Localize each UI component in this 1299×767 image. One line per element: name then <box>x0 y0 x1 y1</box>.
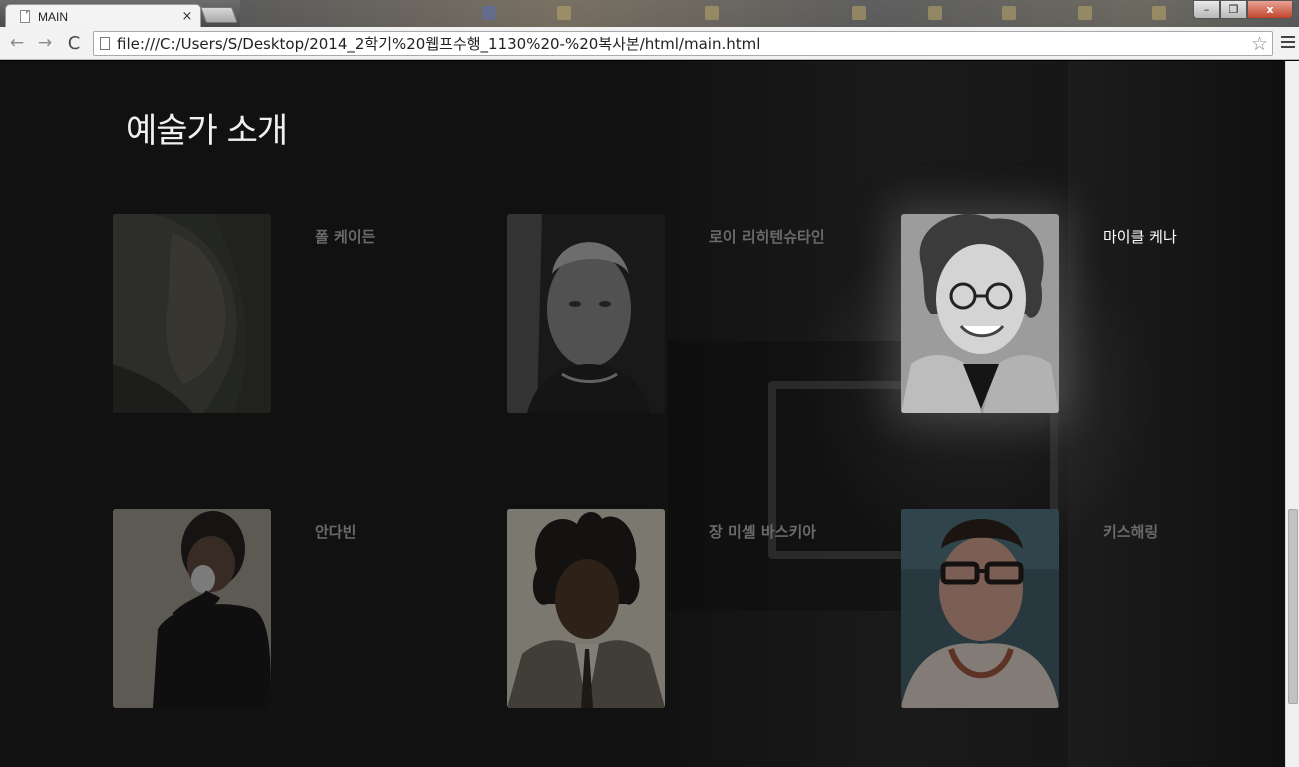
address-url[interactable]: file:///C:/Users/S/Desktop/2014_2학기%20웹프… <box>117 33 760 54</box>
taskbar-icon <box>1002 6 1016 20</box>
desktop-background-strip <box>240 0 1299 27</box>
artist-card-active[interactable]: 마이클 케나 <box>901 214 1261 414</box>
artist-card[interactable]: 장 미셸 바스키아 <box>507 509 867 709</box>
artist-card[interactable]: 폴 케이든 <box>113 214 473 414</box>
artist-name[interactable]: 마이클 케나 <box>1103 226 1177 247</box>
taskbar-icon <box>557 6 571 20</box>
artist-card[interactable]: 안다빈 <box>113 509 473 709</box>
taskbar-icon <box>1152 6 1166 20</box>
browser-tab-main[interactable]: MAIN × <box>5 4 201 27</box>
tab-title: MAIN <box>38 9 68 24</box>
bookmark-star-icon[interactable]: ☆ <box>1251 33 1268 55</box>
scrollbar-thumb[interactable] <box>1288 509 1298 704</box>
taskbar-icon <box>928 6 942 20</box>
tab-close-icon[interactable]: × <box>180 9 194 24</box>
artist-photo[interactable] <box>113 509 271 708</box>
taskbar-icon <box>1078 6 1092 20</box>
window-titlebar: MAIN × – ❐ x <box>0 0 1299 27</box>
taskbar-icon <box>852 6 866 20</box>
page-title: 예술가 소개 <box>126 111 288 151</box>
page-scrollbar[interactable] <box>1285 61 1299 767</box>
artist-name[interactable]: 키스해링 <box>1103 521 1158 542</box>
maximize-button[interactable]: ❐ <box>1220 0 1247 19</box>
chrome-menu-icon[interactable] <box>1281 36 1295 51</box>
minimize-button[interactable]: – <box>1193 0 1220 19</box>
page-viewport: 예술가 소개 폴 케이든 로이 리히텐슈타인 마이클 케나 안다빈 장 미셸 바… <box>0 61 1285 767</box>
taskbar-icon <box>482 6 496 20</box>
back-button[interactable]: ← <box>6 32 28 54</box>
reload-button[interactable]: C <box>63 32 85 54</box>
close-window-button[interactable]: x <box>1247 0 1293 19</box>
artist-name[interactable]: 로이 리히텐슈타인 <box>709 226 825 247</box>
browser-toolbar: ← → C file:///C:/Users/S/Desktop/2014_2학… <box>0 27 1299 60</box>
window-controls: – ❐ x <box>1193 0 1293 19</box>
artist-photo[interactable] <box>507 509 665 708</box>
forward-button[interactable]: → <box>34 32 56 54</box>
document-icon <box>100 37 110 50</box>
new-tab-button[interactable] <box>200 7 238 23</box>
address-bar[interactable]: file:///C:/Users/S/Desktop/2014_2학기%20웹프… <box>93 31 1273 56</box>
artist-card[interactable]: 키스해링 <box>901 509 1261 709</box>
artist-card[interactable]: 로이 리히텐슈타인 <box>507 214 867 414</box>
artist-name[interactable]: 안다빈 <box>315 521 356 542</box>
artist-name[interactable]: 장 미셸 바스키아 <box>709 521 816 542</box>
artist-photo[interactable] <box>901 509 1059 708</box>
taskbar-icon <box>705 6 719 20</box>
artist-name[interactable]: 폴 케이든 <box>315 226 375 247</box>
artist-photo[interactable] <box>507 214 665 413</box>
page-icon <box>20 10 30 23</box>
artist-photo[interactable] <box>901 214 1059 413</box>
artist-photo[interactable] <box>113 214 271 413</box>
